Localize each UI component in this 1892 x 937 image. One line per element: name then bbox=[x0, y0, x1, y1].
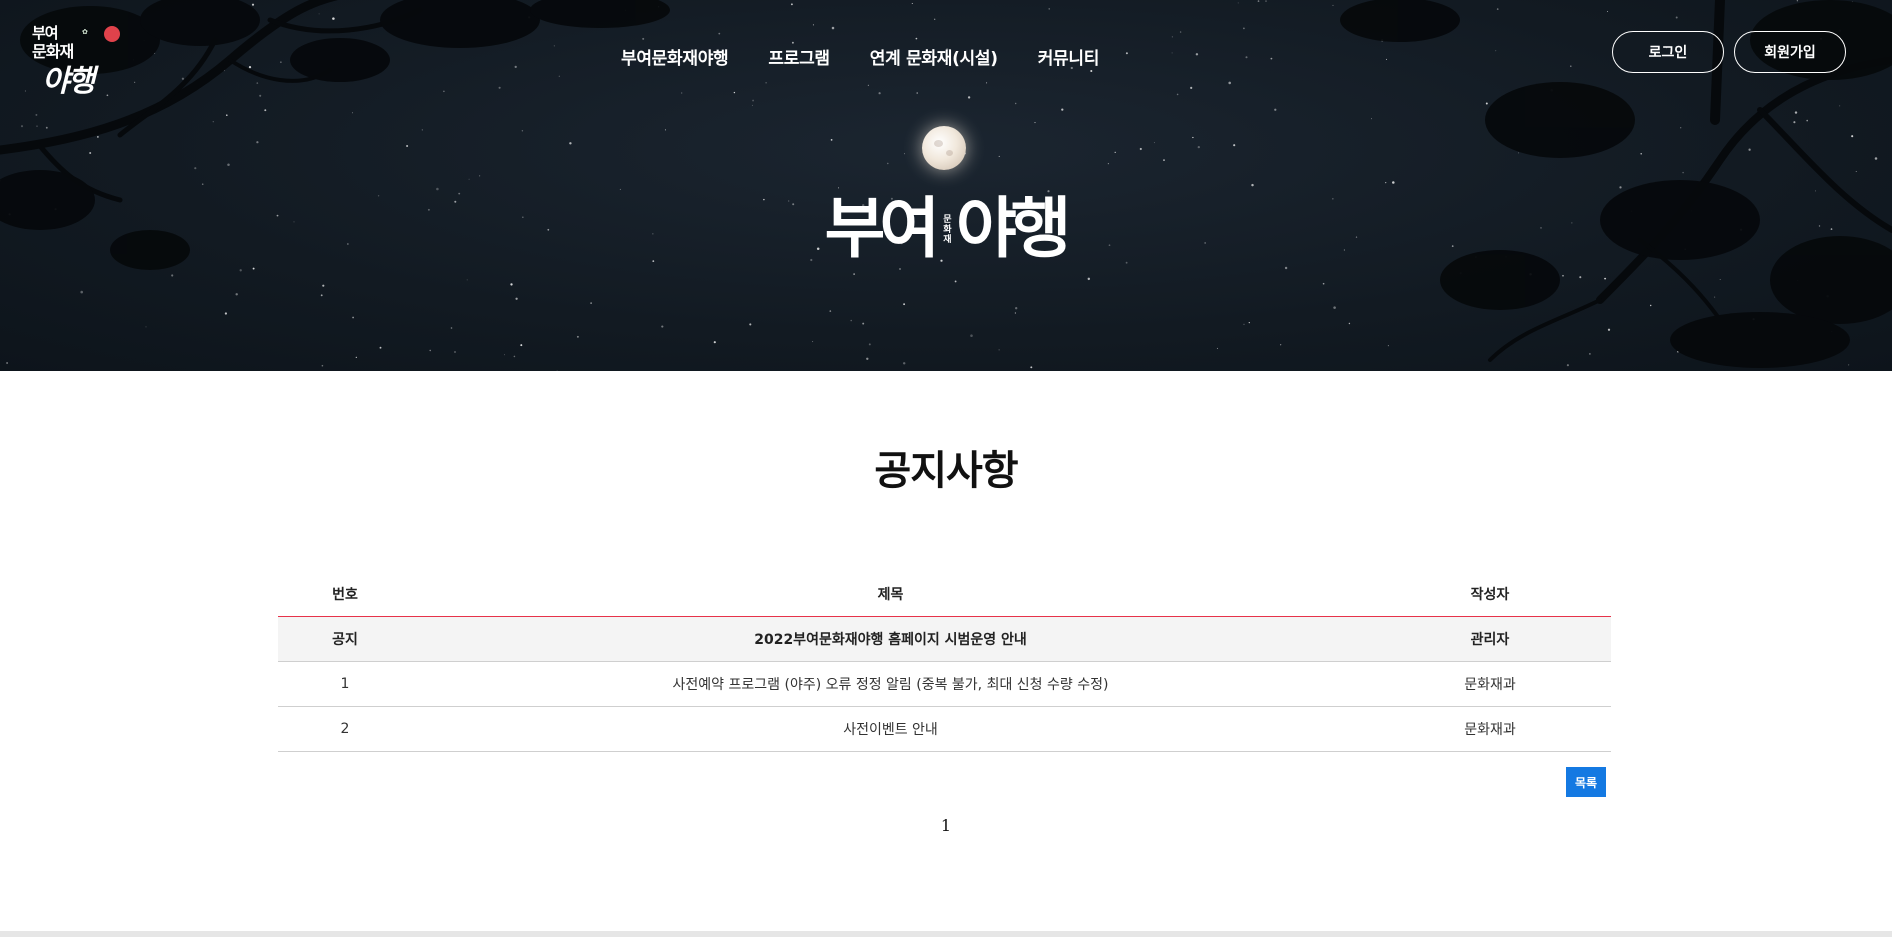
nav-item-community[interactable]: 커뮤니티 bbox=[1038, 44, 1100, 69]
row-title-link[interactable]: 사전예약 프로그램 (야주) 오류 정정 알림 (중복 불가, 최대 신청 수량… bbox=[412, 661, 1369, 707]
hero-title-left: 부여 bbox=[824, 190, 940, 267]
row-title-link[interactable]: 사전이벤트 안내 bbox=[412, 706, 1369, 752]
site-logo[interactable]: 부여 ✿ 문화재 야행 bbox=[32, 22, 127, 99]
full-moon-icon bbox=[922, 126, 966, 170]
column-header-number: 번호 bbox=[278, 572, 412, 617]
nav-item-buyeo-night[interactable]: 부여문화재야행 bbox=[621, 44, 729, 69]
row-number: 2 bbox=[278, 706, 412, 752]
logo-seal-icon bbox=[104, 26, 120, 42]
list-button[interactable]: 목록 bbox=[1566, 767, 1606, 797]
row-writer: 문화재과 bbox=[1369, 706, 1611, 752]
hero-title-right: 야행 bbox=[955, 190, 1071, 267]
row-writer: 문화재과 bbox=[1369, 661, 1611, 707]
row-number: 공지 bbox=[278, 616, 412, 662]
page-number-current[interactable]: 1 bbox=[941, 816, 951, 835]
table-row[interactable]: 2 사전이벤트 안내 문화재과 bbox=[278, 706, 1611, 752]
row-title-link[interactable]: 2022부여문화재야행 홈페이지 시범운영 안내 bbox=[412, 616, 1369, 662]
table-row[interactable]: 1 사전예약 프로그램 (야주) 오류 정정 알림 (중복 불가, 최대 신청 … bbox=[278, 661, 1611, 707]
signup-button[interactable]: 회원가입 bbox=[1734, 31, 1846, 73]
pagination: 1 bbox=[0, 816, 1892, 835]
auth-buttons: 로그인 회원가입 bbox=[1612, 31, 1846, 73]
page-title: 공지사항 bbox=[874, 448, 1018, 494]
column-header-writer: 작성자 bbox=[1369, 572, 1611, 617]
logo-line-3: 야행 bbox=[42, 64, 95, 99]
nav-item-program[interactable]: 프로그램 bbox=[768, 44, 830, 69]
logo-tagline: ✿ bbox=[82, 28, 88, 36]
main-nav: 부여문화재야행 프로그램 연계 문화재(시설) 커뮤니티 bbox=[621, 44, 1099, 69]
nav-item-related-heritage[interactable]: 연계 문화재(시설) bbox=[870, 44, 998, 69]
table-header-row: 번호 제목 작성자 bbox=[278, 572, 1611, 617]
row-number: 1 bbox=[278, 661, 412, 707]
table-row-notice[interactable]: 공지 2022부여문화재야행 홈페이지 시범운영 안내 관리자 bbox=[278, 616, 1611, 662]
hero-title-logo: 부여 문화재 야행 bbox=[812, 190, 1078, 268]
login-button[interactable]: 로그인 bbox=[1612, 31, 1724, 73]
column-header-title: 제목 bbox=[412, 572, 1369, 617]
hero-banner: 부여 ✿ 문화재 야행 부여문화재야행 프로그램 연계 문화재(시설) 커뮤니티… bbox=[0, 0, 1892, 371]
hero-title-middle: 문화재 bbox=[940, 214, 951, 244]
notice-board-table: 번호 제목 작성자 공지 2022부여문화재야행 홈페이지 시범운영 안내 관리… bbox=[278, 572, 1611, 752]
footer-divider bbox=[0, 931, 1892, 937]
row-writer: 관리자 bbox=[1369, 616, 1611, 662]
